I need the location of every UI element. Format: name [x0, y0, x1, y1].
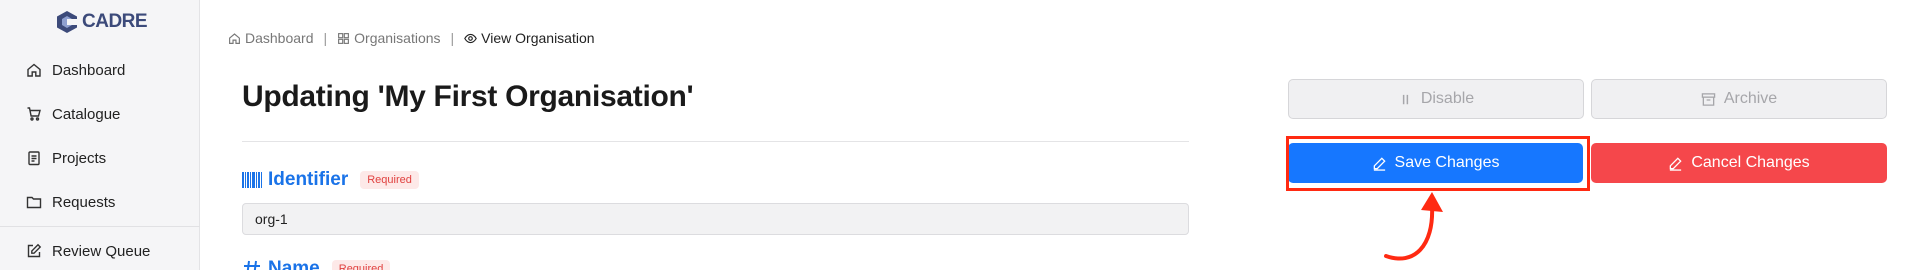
curved-arrow-icon — [1384, 192, 1443, 261]
name-label: Name Required — [242, 258, 391, 270]
breadcrumb-separator: | — [450, 30, 455, 46]
cancel-changes-label: Cancel Changes — [1691, 154, 1810, 171]
folder-icon — [26, 196, 42, 209]
required-badge: Required — [360, 171, 419, 189]
barcode-icon — [242, 172, 262, 188]
required-badge: Required — [331, 260, 391, 270]
archive-icon — [1701, 92, 1716, 106]
name-label-text: Name — [268, 258, 320, 270]
cart-icon — [27, 107, 41, 121]
breadcrumb-dashboard[interactable]: Dashboard — [228, 30, 314, 46]
identifier-input[interactable] — [242, 203, 1189, 235]
archive-button[interactable]: Archive — [1591, 79, 1887, 119]
title-divider — [242, 141, 1189, 142]
breadcrumb-label: Dashboard — [245, 30, 314, 46]
breadcrumb: Dashboard | Organisations | View Organis… — [228, 30, 595, 46]
sidebar-item-catalogue[interactable]: Catalogue — [26, 102, 120, 126]
eye-icon — [464, 33, 478, 43]
page-title: Updating 'My First Organisation' — [242, 80, 694, 113]
disable-button-label: Disable — [1420, 90, 1475, 107]
disable-button[interactable]: Disable — [1288, 79, 1584, 119]
breadcrumb-organisations[interactable]: Organisations — [337, 30, 441, 46]
sidebar-item-requests[interactable]: Requests — [26, 190, 115, 214]
logo-text: CADRE — [82, 11, 148, 32]
identifier-label: Identifier Required — [242, 169, 419, 191]
sidebar-item-review-queue[interactable]: Review Queue — [26, 239, 150, 263]
app-logo[interactable]: CADRE — [56, 8, 148, 36]
clipboard-icon — [28, 151, 40, 166]
identifier-label-text: Identifier — [268, 169, 349, 190]
highlight-box — [1286, 136, 1590, 191]
sidebar-item-dashboard[interactable]: Dashboard — [26, 58, 125, 82]
edit-square-icon — [27, 243, 42, 258]
archive-button-label: Archive — [1723, 90, 1778, 107]
sidebar-item-label: Requests — [52, 193, 116, 211]
cadre-logo-icon — [57, 11, 77, 33]
pause-icon — [1402, 94, 1408, 104]
sidebar-item-label: Projects — [52, 149, 107, 167]
sidebar-item-projects[interactable]: Projects — [26, 146, 106, 170]
sidebar-item-label: Dashboard — [52, 61, 126, 79]
breadcrumb-view-organisation: View Organisation — [464, 30, 595, 46]
breadcrumb-label: View Organisation — [481, 30, 595, 46]
cancel-changes-button[interactable]: Cancel Changes — [1591, 143, 1887, 183]
grid-icon — [338, 32, 350, 44]
sidebar-item-label: Catalogue — [52, 105, 121, 123]
home-icon — [27, 63, 41, 77]
breadcrumb-separator: | — [323, 30, 328, 46]
sidebar-divider — [0, 226, 200, 227]
sidebar: CADRE Dashboard Catalogue Projects Reque… — [0, 0, 200, 270]
edit-pencil-icon — [1670, 156, 1682, 171]
home-icon — [229, 32, 240, 44]
sidebar-item-label: Review Queue — [52, 242, 151, 260]
hash-icon — [244, 260, 260, 270]
breadcrumb-label: Organisations — [354, 30, 441, 46]
